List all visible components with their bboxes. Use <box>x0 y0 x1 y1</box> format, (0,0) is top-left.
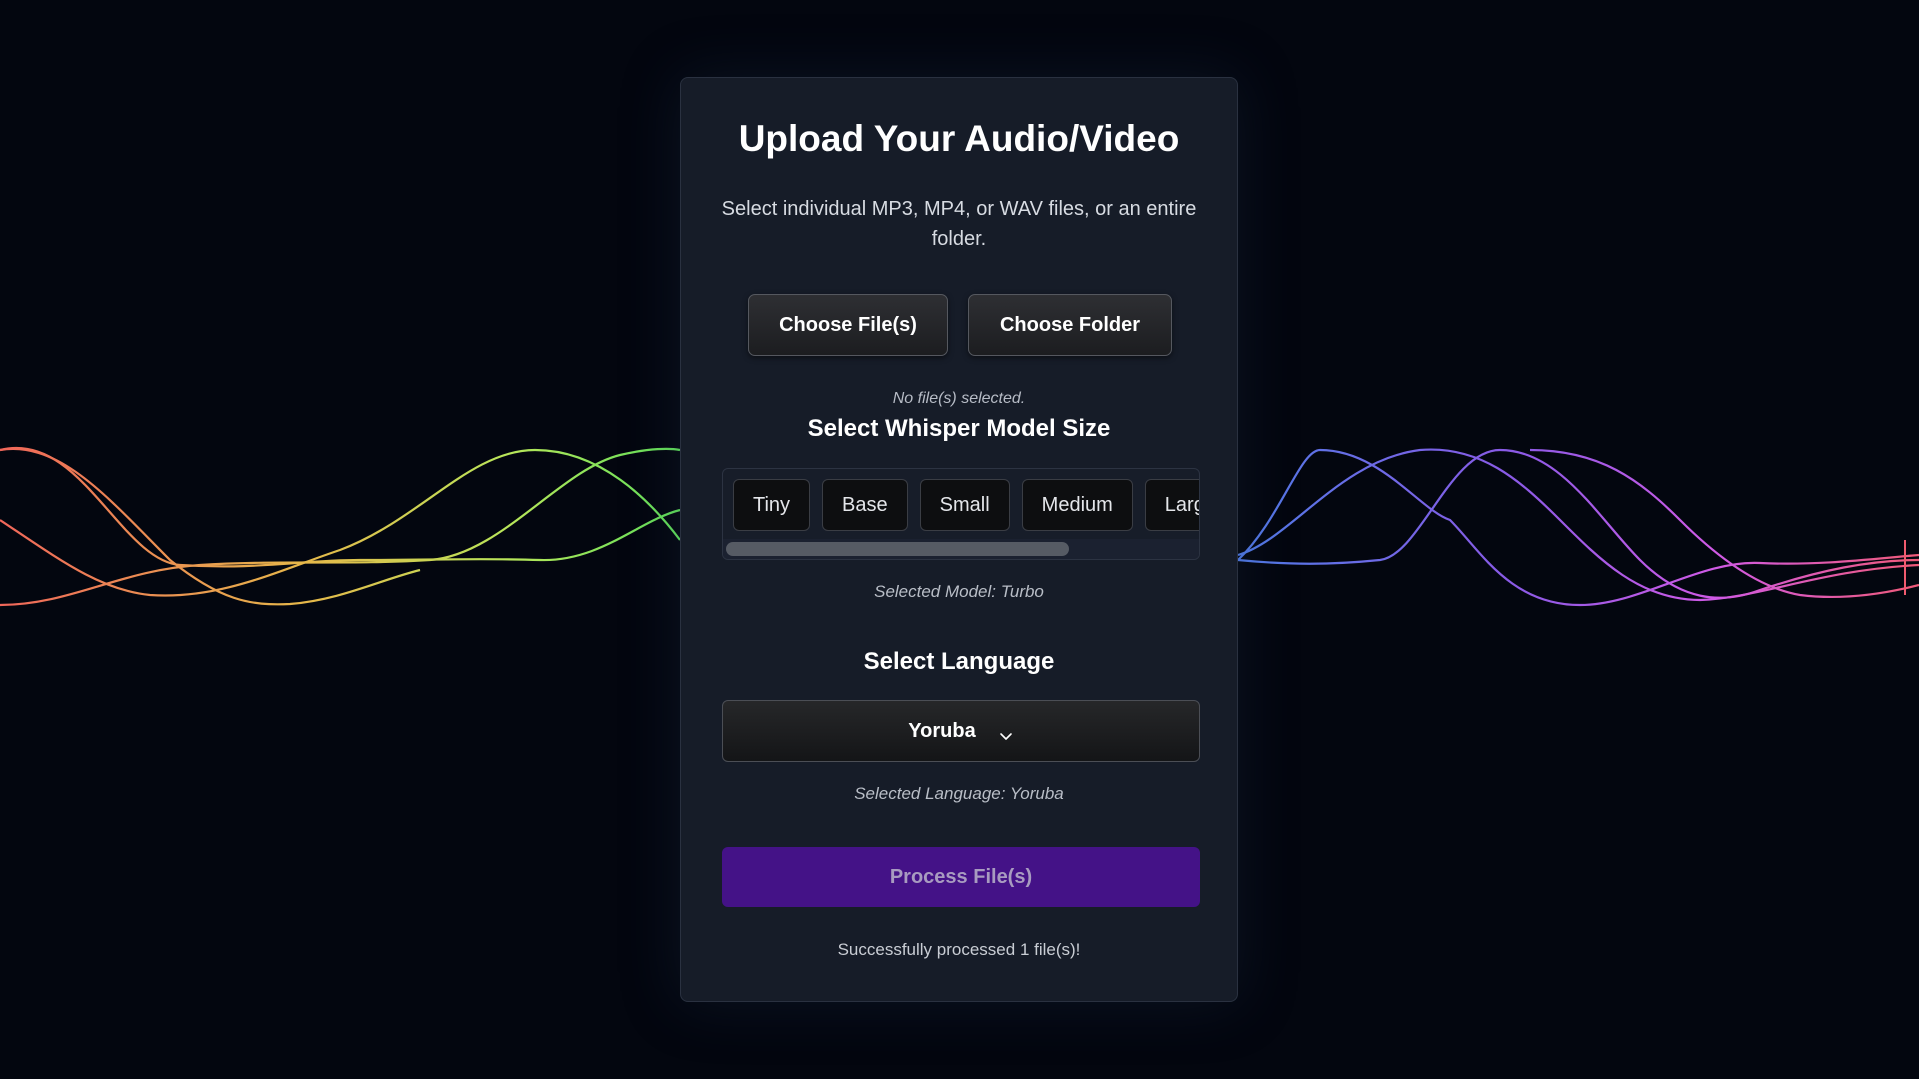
model-options-scroller[interactable]: TinyBaseSmallMediumLarge <box>722 468 1200 560</box>
wave-line <box>1237 448 1919 607</box>
scrollbar-thumb[interactable] <box>726 542 1069 556</box>
wave-line <box>1237 448 1919 599</box>
model-options-scrollbar[interactable] <box>723 539 1199 559</box>
model-options-track: TinyBaseSmallMediumLarge <box>733 479 1199 531</box>
choose-files-button[interactable]: Choose File(s) <box>748 294 948 356</box>
wave-line <box>1237 448 1919 602</box>
model-option-base[interactable]: Base <box>822 479 908 531</box>
wave-lines-left <box>0 446 681 607</box>
model-option-large[interactable]: Large <box>1144 479 1199 531</box>
language-heading: Select Language <box>863 648 1055 675</box>
file-selection-status: No file(s) selected. <box>892 390 1026 407</box>
wave-line <box>0 447 421 606</box>
selected-model-status: Selected Model: Turbo <box>874 582 1044 601</box>
model-option-small[interactable]: Small <box>919 479 1010 531</box>
page-title: Upload Your Audio/Video <box>738 118 1180 159</box>
process-result-message: Successfully processed 1 file(s)! <box>837 940 1081 959</box>
upload-instructions: Select individual MP3, MP4, or WAV files… <box>721 198 1197 250</box>
upload-card: Upload Your Audio/Video Select individua… <box>680 77 1238 1002</box>
chevron-down-icon <box>998 725 1014 740</box>
language-select-value: Yoruba <box>908 719 976 742</box>
wave-line <box>1529 448 1919 599</box>
choose-folder-button[interactable]: Choose Folder <box>968 294 1172 356</box>
language-select[interactable]: Yoruba <box>722 700 1200 762</box>
model-size-heading: Select Whisper Model Size <box>807 415 1111 442</box>
selected-language-status: Selected Language: Yoruba <box>854 784 1064 803</box>
wave-line <box>0 446 681 568</box>
wave-lines-right <box>1237 448 1919 607</box>
wave-line <box>0 448 681 597</box>
process-files-button[interactable]: Process File(s) <box>722 847 1200 907</box>
model-option-medium[interactable]: Medium <box>1021 479 1133 531</box>
model-option-tiny[interactable]: Tiny <box>733 479 811 531</box>
app-background: Upload Your Audio/Video Select individua… <box>0 0 1919 1079</box>
